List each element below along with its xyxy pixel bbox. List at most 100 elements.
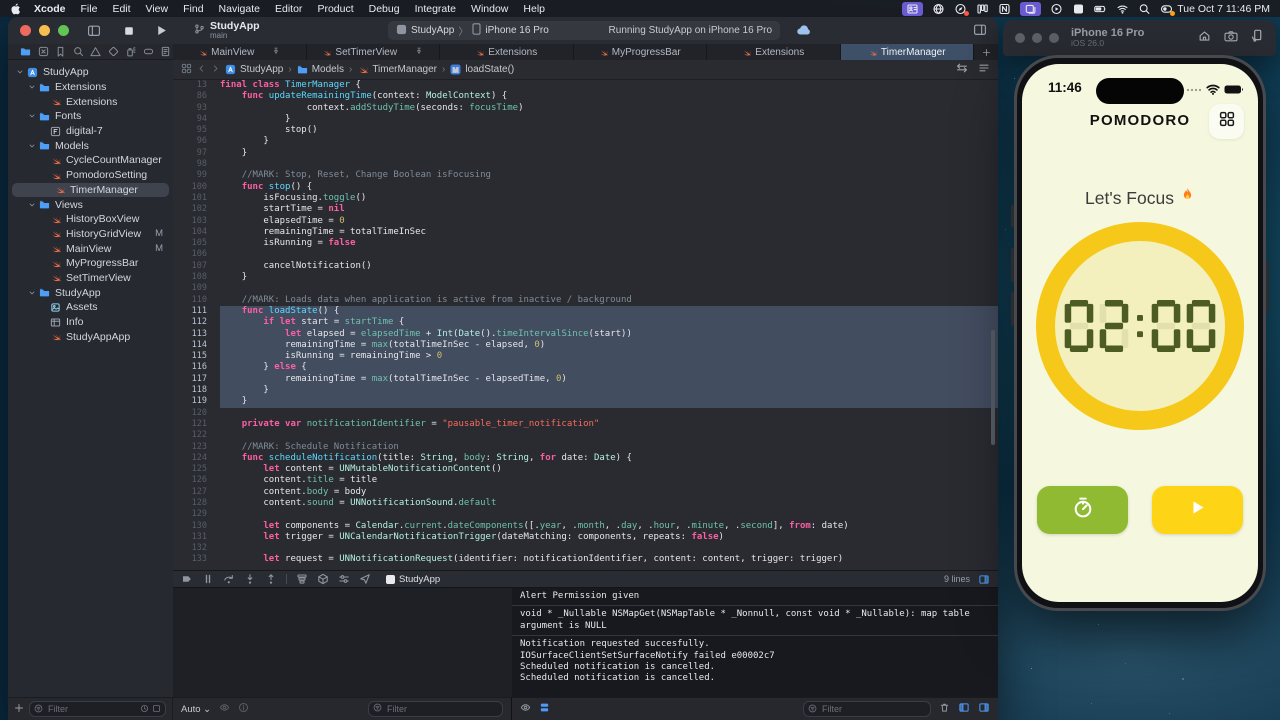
eye-icon[interactable] (520, 700, 531, 718)
sidebar-item-studyapp[interactable]: StudyApp (8, 285, 173, 300)
scheme-app-label[interactable]: StudyApp (411, 25, 454, 36)
sidebar-item-historyboxview[interactable]: HistoryBoxView (8, 212, 173, 227)
variables-filter-input[interactable] (385, 703, 498, 715)
info-icon[interactable] (238, 702, 249, 716)
sidebar-item-studyapp[interactable]: StudyApp (8, 65, 173, 80)
code-line-128[interactable]: 128 content.sound = UNNotificationSound.… (173, 498, 998, 509)
code-line-114[interactable]: 114 remainingTime = max(totalTimeInSec -… (173, 339, 998, 352)
pause-icon[interactable] (202, 573, 214, 585)
menu-help[interactable]: Help (523, 3, 545, 15)
add-tab-button[interactable] (974, 44, 998, 60)
menu-file[interactable]: File (81, 3, 98, 15)
counterparts-icon[interactable] (956, 62, 968, 77)
screenshot-icon[interactable] (1224, 29, 1238, 47)
sidebar-item-extensions[interactable]: Extensions (8, 94, 173, 109)
menu-view[interactable]: View (146, 3, 169, 15)
sidebar-item-cyclecountmanager[interactable]: CycleCountManager (8, 153, 173, 168)
code-line-105[interactable]: 105 isRunning = false (173, 238, 998, 249)
apple-menu-icon[interactable] (10, 2, 21, 15)
navigator-filter-input[interactable] (46, 703, 137, 715)
code-line-132[interactable]: 132 (173, 543, 998, 554)
sidebar-item-historygridview[interactable]: HistoryGridView M (8, 227, 173, 242)
stop-run-button[interactable] (123, 25, 135, 37)
code-line-122[interactable]: 122 (173, 430, 998, 441)
code-line-100[interactable]: 100 func stop() { (173, 182, 998, 193)
source-control-icon[interactable] (38, 46, 49, 57)
menu-window[interactable]: Window (471, 3, 508, 15)
code-line-109[interactable]: 109 (173, 283, 998, 294)
reset-timer-button[interactable] (1037, 486, 1128, 534)
menu-xcode[interactable]: Xcode (34, 3, 66, 15)
issues-icon[interactable] (90, 46, 101, 57)
editor-options-icon[interactable] (978, 62, 990, 77)
code-line-133[interactable]: 133 let request = UNNotificationRequest(… (173, 554, 998, 565)
sidebar-item-mainview[interactable]: MainView M (8, 241, 173, 256)
code-line-101[interactable]: 101 isFocusing.toggle() (173, 193, 998, 204)
step-out-icon[interactable] (265, 573, 277, 585)
status-notion[interactable] (998, 3, 1011, 15)
editor-tab-extensions[interactable]: Extensions (707, 44, 841, 60)
code-line-13[interactable]: 13 final class TimerManager { (173, 80, 998, 91)
sidebar-item-info[interactable]: Info (8, 315, 173, 330)
code-line-93[interactable]: 93 context.addStudyTime(seconds: focusTi… (173, 103, 998, 114)
code-line-113[interactable]: 113 let elapsed = elapsedTime + Int(Date… (173, 328, 998, 340)
pane-right-icon[interactable] (978, 574, 990, 585)
sidebar-item-studyappapp[interactable]: StudyAppApp (8, 329, 173, 344)
forward-icon[interactable] (211, 64, 220, 76)
memory-graph-icon[interactable] (317, 573, 329, 585)
sidebar-item-digital-7[interactable]: digital-7 (8, 124, 173, 139)
code-line-98[interactable]: 98 (173, 159, 998, 170)
status-columns[interactable] (976, 3, 989, 15)
reports-icon[interactable] (160, 46, 171, 57)
code-line-117[interactable]: 117 remainingTime = max(totalTimeInSec -… (173, 373, 998, 386)
code-line-95[interactable]: 95 stop() (173, 125, 998, 136)
scheme-device-label[interactable]: iPhone 16 Pro (485, 25, 548, 36)
breadcrumb-models[interactable]: Models (297, 64, 344, 75)
code-line-111[interactable]: 111 func loadState() { (173, 305, 998, 318)
code-line-126[interactable]: 126 content.title = title (173, 475, 998, 486)
window-controls[interactable] (20, 25, 69, 36)
status-battery[interactable] (1094, 3, 1107, 15)
variables-pane-toggle-icon[interactable] (958, 700, 970, 718)
toggle-inspector-icon[interactable] (973, 23, 987, 41)
close-window-button[interactable] (20, 25, 31, 36)
console-log-group[interactable]: Alert Permission given (512, 588, 998, 605)
menu-find[interactable]: Find (183, 3, 203, 15)
add-file-icon[interactable] (14, 700, 24, 718)
breadcrumb-loadstate-[interactable]: MloadState() (450, 64, 514, 75)
sidebar-item-fonts[interactable]: Fonts (8, 109, 173, 124)
related-items-icon[interactable] (181, 63, 192, 77)
status-stage-manager[interactable] (1020, 1, 1042, 16)
console-filter-field[interactable] (803, 701, 931, 717)
code-line-112[interactable]: 112 if let start = startTime { (173, 317, 998, 329)
status-wifi[interactable] (1116, 3, 1129, 15)
status-spotlight[interactable] (1138, 3, 1151, 15)
menu-navigate[interactable]: Navigate (219, 3, 260, 15)
editor-tab-mainview[interactable]: MainView (173, 44, 307, 60)
eye-icon[interactable] (219, 702, 230, 716)
status-user-switch[interactable] (1160, 3, 1176, 16)
console-pane-toggle-icon[interactable] (978, 700, 990, 718)
breadcrumb-studyapp[interactable]: StudyApp (225, 64, 283, 75)
console-output[interactable]: Alert Permission given void * _Nullable N… (512, 588, 998, 697)
breakpoints-icon[interactable] (143, 46, 154, 57)
code-line-96[interactable]: 96 } (173, 136, 998, 147)
code-line-119[interactable]: 119 } (173, 396, 998, 408)
status-safari[interactable] (954, 3, 970, 16)
debug-gauge-icon[interactable] (125, 46, 136, 57)
code-line-102[interactable]: 102 startTime = nil (173, 204, 998, 215)
code-line-129[interactable]: 129 (173, 509, 998, 520)
step-into-icon[interactable] (244, 573, 256, 585)
step-over-icon[interactable] (223, 573, 235, 585)
minimize-window-button[interactable] (39, 25, 50, 36)
code-line-124[interactable]: 124 func scheduleNotification(title: Str… (173, 453, 998, 464)
sidebar-item-pomodorosetting[interactable]: PomodoroSetting (8, 168, 173, 183)
home-button-icon[interactable] (1198, 29, 1211, 47)
console-log-group[interactable]: void * _Nullable NSMapGet(NSMapTable * _… (512, 605, 998, 635)
editor-scrollbar[interactable] (991, 330, 995, 445)
project-navigator-icon[interactable] (20, 46, 31, 57)
sidebar-item-models[interactable]: Models (8, 138, 173, 153)
code-line-125[interactable]: 125 let content = UNMutableNotificationC… (173, 464, 998, 475)
simulator-window-controls[interactable] (1015, 33, 1059, 43)
code-line-130[interactable]: 130 let components = Calendar.current.da… (173, 521, 998, 532)
